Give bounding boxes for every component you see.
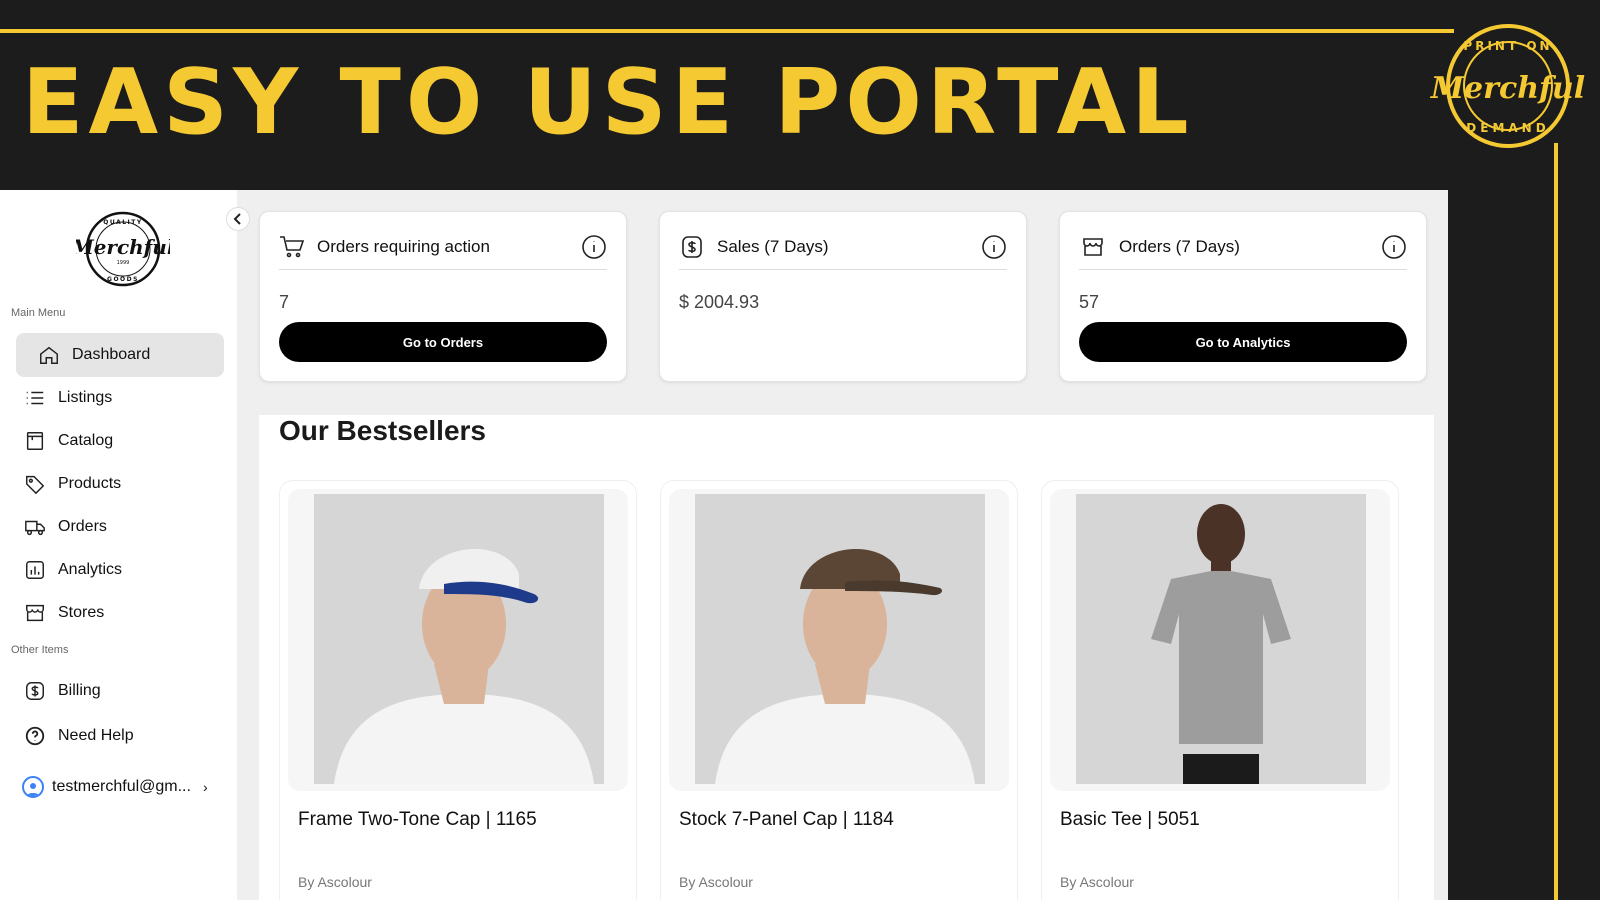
- product-image-cap-model: [695, 494, 985, 784]
- user-account-menu[interactable]: testmerchful@gm... ›: [22, 772, 222, 802]
- stat-card-orders-7-days: Orders (7 Days) 57 Go to Analytics: [1059, 211, 1427, 382]
- sidebar-item-label: Billing: [58, 682, 101, 699]
- analytics-icon: [26, 561, 44, 579]
- product-image-frame: [288, 489, 628, 791]
- product-image-tee-model: [1076, 494, 1366, 784]
- stat-card-sales-7-days: Sales (7 Days) $ 2004.93: [659, 211, 1027, 382]
- card-title: Orders (7 Days): [1119, 236, 1240, 256]
- card-value: $ 2004.93: [679, 292, 760, 312]
- svg-text:GOODS: GOODS: [107, 276, 139, 283]
- help-icon: [25, 726, 45, 746]
- product-name: Stock 7-Panel Cap | 1184: [679, 809, 894, 830]
- card-value: 57: [1079, 292, 1100, 312]
- portal-window: QUALITY Merchful 1999 GOODS Main Menu Da…: [0, 190, 1448, 900]
- card-title: Orders requiring action: [317, 236, 490, 256]
- svg-text:1999: 1999: [117, 260, 130, 266]
- card-header: Orders (7 Days): [1079, 230, 1407, 270]
- go-to-orders-button[interactable]: Go to Orders: [279, 322, 607, 362]
- product-card[interactable]: Stock 7-Panel Cap | 1184 By Ascolour: [660, 480, 1018, 900]
- product-vendor: By Ascolour: [679, 874, 753, 890]
- product-image-frame: [669, 489, 1009, 791]
- list-icon: [26, 391, 44, 405]
- store-icon: [1083, 237, 1103, 256]
- truck-icon: [25, 520, 45, 536]
- tag-icon: [26, 475, 45, 495]
- sidebar-item-label: Analytics: [58, 561, 123, 578]
- sidebar-item-need-help[interactable]: Need Help: [16, 714, 224, 758]
- info-icon[interactable]: [581, 234, 607, 260]
- avatar: [22, 776, 44, 798]
- sidebar-item-label: Stores: [58, 604, 105, 621]
- product-image-cap-model: [314, 494, 604, 784]
- sidebar-item-analytics[interactable]: Analytics: [16, 548, 224, 592]
- other-items-label: Other Items: [11, 644, 69, 656]
- sidebar-item-catalog[interactable]: Catalog: [16, 419, 224, 463]
- sidebar-item-listings[interactable]: Listings: [16, 376, 224, 420]
- sidebar-item-stores[interactable]: Stores: [16, 591, 224, 635]
- user-icon: [27, 783, 39, 796]
- user-email: testmerchful@gm...: [52, 778, 191, 795]
- go-to-analytics-button[interactable]: Go to Analytics: [1079, 322, 1407, 362]
- product-name: Frame Two-Tone Cap | 1165: [298, 809, 537, 830]
- svg-text:PRINT ON: PRINT ON: [1463, 39, 1552, 53]
- chevron-right-icon: ›: [202, 779, 208, 795]
- dollar-icon: [26, 682, 44, 700]
- chevron-left-icon: [233, 213, 241, 225]
- card-title: Sales (7 Days): [717, 236, 829, 256]
- sidebar-item-label: Listings: [58, 389, 113, 406]
- store-icon: [26, 604, 44, 622]
- banner-rule-right: [1554, 143, 1558, 900]
- sidebar-item-label: Dashboard: [72, 346, 151, 363]
- sidebar-item-label: Orders: [58, 518, 107, 535]
- card-header: Orders requiring action: [279, 230, 607, 270]
- info-icon[interactable]: [1381, 234, 1407, 260]
- catalog-icon: [26, 432, 44, 450]
- svg-text:Merchful: Merchful: [1430, 71, 1585, 106]
- sidebar: QUALITY Merchful 1999 GOODS Main Menu Da…: [0, 190, 237, 900]
- svg-text:DEMAND: DEMAND: [1466, 121, 1549, 135]
- info-icon[interactable]: [981, 234, 1007, 260]
- product-card[interactable]: Basic Tee | 5051 By Ascolour: [1041, 480, 1399, 900]
- svg-text:QUALITY: QUALITY: [103, 219, 142, 226]
- sidebar-item-billing[interactable]: Billing: [16, 669, 224, 713]
- product-vendor: By Ascolour: [1060, 874, 1134, 890]
- sidebar-item-label: Products: [58, 475, 122, 492]
- product-name: Basic Tee | 5051: [1060, 809, 1200, 830]
- bestsellers-section: Our Bestsellers Frame Two-Tone Cap | 116…: [259, 415, 1434, 900]
- merchful-logo: QUALITY Merchful 1999 GOODS: [76, 211, 170, 287]
- card-header: Sales (7 Days): [679, 230, 1007, 270]
- sidebar-item-label: Need Help: [58, 727, 134, 744]
- page-headline: EASY TO USE PORTAL: [22, 50, 1194, 155]
- svg-text:Merchful: Merchful: [76, 235, 170, 259]
- product-card[interactable]: Frame Two-Tone Cap | 1165 By Ascolour: [279, 480, 637, 900]
- product-vendor: By Ascolour: [298, 874, 372, 890]
- collapse-sidebar-button[interactable]: [226, 207, 250, 231]
- sidebar-item-orders[interactable]: Orders: [16, 505, 224, 549]
- sidebar-item-dashboard[interactable]: Dashboard: [16, 333, 224, 377]
- sidebar-item-products[interactable]: Products: [16, 462, 224, 506]
- dollar-icon: [682, 235, 702, 258]
- cart-icon: [280, 235, 305, 257]
- card-value: 7: [279, 292, 290, 312]
- home-icon: [40, 346, 58, 364]
- sidebar-item-label: Catalog: [58, 432, 114, 449]
- banner-rule-top: [0, 29, 1454, 33]
- section-title: Our Bestsellers: [279, 415, 486, 446]
- main-menu-label: Main Menu: [11, 307, 66, 319]
- merchful-badge-logo: PRINT ON Merchful DEMAND: [1430, 24, 1585, 148]
- product-image-frame: [1050, 489, 1390, 791]
- stat-card-orders-requiring-action: Orders requiring action 7 Go to Orders: [259, 211, 627, 382]
